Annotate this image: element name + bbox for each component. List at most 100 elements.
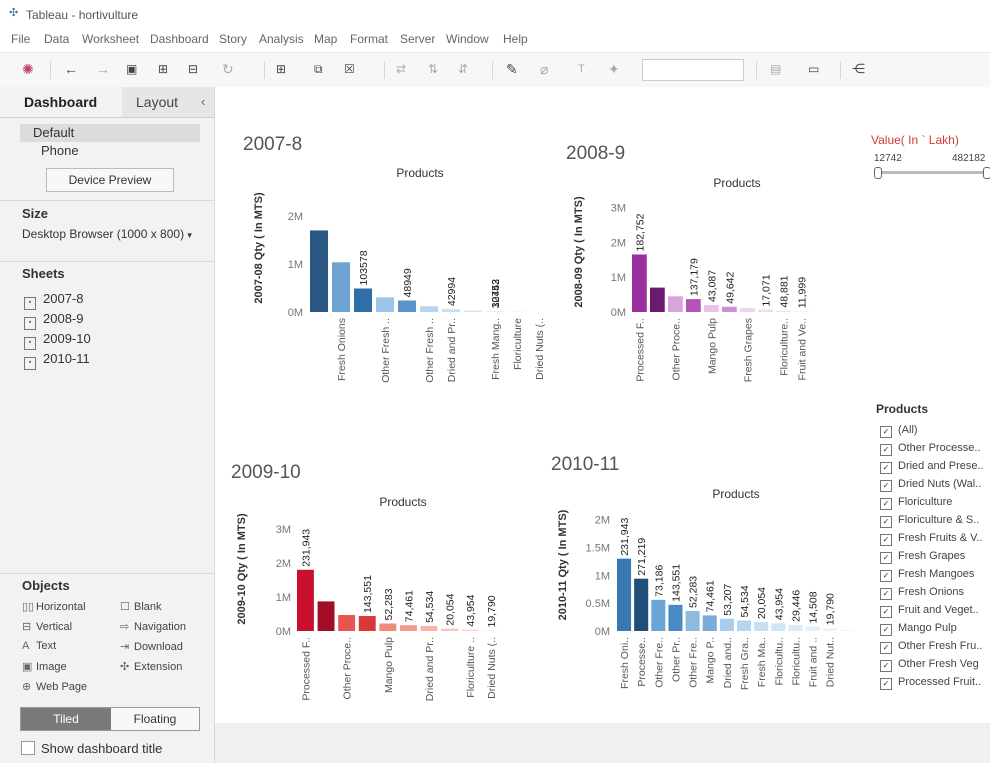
y-tick-label: 2M: [288, 211, 303, 223]
filter-item[interactable]: ✓ Fresh Onions: [880, 586, 964, 600]
bar: [722, 306, 737, 312]
x-tick-label: Floriculture ..: [465, 637, 477, 698]
filter-item[interactable]: ✓ Floriculture & S..: [880, 514, 979, 528]
checkbox-checked-icon[interactable]: ✓: [880, 462, 892, 474]
y-tick-label: 3M: [276, 524, 291, 536]
filter-item[interactable]: ✓ Dried and Prese..: [880, 460, 984, 474]
data-label: 12742: [490, 279, 502, 308]
checkbox-checked-icon[interactable]: ✓: [880, 498, 892, 510]
value-slider-track[interactable]: [876, 171, 990, 174]
bar: [632, 254, 647, 312]
y-tick-label: 3M: [611, 202, 626, 214]
bar: [354, 288, 373, 312]
checkbox-checked-icon[interactable]: ✓: [880, 480, 892, 492]
bar: [634, 578, 649, 631]
data-label: 49,642: [724, 271, 736, 303]
checkbox-checked-icon[interactable]: ✓: [880, 588, 892, 600]
filter-item[interactable]: ✓ Fresh Fruits & V..: [880, 532, 983, 546]
checkbox-checked-icon[interactable]: ✓: [880, 678, 892, 690]
checkbox-checked-icon[interactable]: ✓: [880, 516, 892, 528]
bar: [822, 628, 837, 631]
y-tick-label: 0M: [288, 307, 303, 319]
filter-item[interactable]: ✓ Fruit and Veget..: [880, 604, 979, 618]
value-filter-max: 482182: [952, 153, 986, 164]
data-label: 11,999: [796, 277, 808, 308]
y-tick-label: 0M: [595, 626, 610, 638]
bar: [297, 569, 314, 631]
filter-item[interactable]: ✓ Processed Fruit..: [880, 676, 981, 690]
checkbox-checked-icon[interactable]: ✓: [880, 660, 892, 672]
data-label: 20,054: [445, 593, 457, 625]
bar: [338, 615, 356, 631]
bar: [317, 601, 335, 631]
bar: [379, 623, 397, 631]
y-tick-label: 2M: [276, 558, 291, 570]
data-label: 73,186: [653, 565, 665, 597]
x-tick-label: Other Fre..: [653, 637, 665, 688]
chart-title: 2008-9: [566, 143, 625, 164]
x-tick-label: Dried and Pr..: [424, 637, 436, 701]
x-tick-label: Other Fresh ..: [380, 318, 392, 383]
data-label: 74,461: [403, 590, 415, 622]
x-tick-label: Floriculture: [512, 318, 524, 370]
data-label: 43,954: [773, 588, 785, 620]
bar: [651, 599, 666, 631]
bar: [358, 616, 376, 631]
filter-item[interactable]: ✓ (All): [880, 424, 918, 438]
data-label: 143,551: [670, 564, 682, 602]
bar: [771, 623, 786, 631]
x-tick-label: Floricultu..: [790, 637, 802, 685]
x-tick-label: Fruit and ..: [808, 637, 820, 687]
y-tick-label: 1M: [276, 592, 291, 604]
charts-layer: 2007-8 Products 2007-08 Qty ( In MTS) 2M 1M 0…: [231, 134, 854, 701]
filter-item[interactable]: ✓ Dried Nuts (Wal..: [880, 478, 981, 492]
bar: [794, 311, 809, 312]
y-tick-label: 2M: [595, 515, 610, 527]
data-label: 52,283: [688, 576, 700, 608]
filter-item-label: (All): [898, 424, 918, 436]
filter-item-label: Mango Pulp: [898, 622, 957, 634]
x-tick-label: Processed F..: [300, 637, 312, 701]
bar: [668, 296, 683, 312]
checkbox-checked-icon[interactable]: ✓: [880, 642, 892, 654]
filter-item[interactable]: ✓ Other Fresh Veg: [880, 658, 979, 672]
data-label: 53,207: [722, 583, 734, 615]
data-label: 29,446: [790, 590, 802, 622]
checkbox-checked-icon[interactable]: ✓: [880, 534, 892, 546]
filter-item[interactable]: ✓ Fresh Mangoes: [880, 568, 974, 582]
data-label: 271,219: [636, 538, 648, 576]
x-tick-label: Fresh Onions: [336, 318, 348, 381]
data-label: 54,534: [739, 585, 751, 617]
value-slider-min-handle[interactable]: [874, 167, 882, 179]
filter-item[interactable]: ✓ Mango Pulp: [880, 622, 957, 636]
checkbox-checked-icon[interactable]: ✓: [880, 552, 892, 564]
y-tick-label: 2M: [611, 237, 626, 249]
x-axis-title: Products: [396, 166, 443, 180]
x-tick-label: Other Pr..: [670, 637, 682, 682]
y-axis-title: 2007-08 Qty ( In MTS): [253, 192, 265, 304]
filter-item[interactable]: ✓ Fresh Grapes: [880, 550, 965, 564]
checkbox-checked-icon[interactable]: ✓: [880, 426, 892, 438]
data-label: 17,071: [760, 274, 772, 306]
checkbox-checked-icon[interactable]: ✓: [880, 624, 892, 636]
filter-item[interactable]: ✓ Floriculture: [880, 496, 952, 510]
value-slider-max-handle[interactable]: [983, 167, 990, 179]
y-tick-label: 0M: [276, 626, 291, 638]
bar: [617, 558, 632, 631]
data-label: 19,790: [486, 595, 498, 627]
value-filter-title: Value( In ` Lakh): [871, 133, 959, 147]
y-axis-title: 2008-09 Qty ( In MTS): [573, 196, 585, 308]
data-label: 48949: [402, 268, 414, 297]
checkbox-checked-icon[interactable]: ✓: [880, 444, 892, 456]
filter-item-label: Floriculture & S..: [898, 514, 980, 526]
value-filter-min: 12742: [874, 153, 902, 164]
bar: [805, 626, 820, 631]
filter-item[interactable]: ✓ Other Fresh Fru..: [880, 640, 982, 654]
y-tick-label: 0M: [611, 307, 626, 319]
filter-item[interactable]: ✓ Other Processe..: [880, 442, 981, 456]
filter-item-label: Fresh Fruits & V..: [898, 532, 983, 544]
x-tick-label: Other Fre..: [688, 637, 700, 688]
x-tick-label: Floricultu..: [773, 637, 785, 685]
checkbox-checked-icon[interactable]: ✓: [880, 570, 892, 582]
checkbox-checked-icon[interactable]: ✓: [880, 606, 892, 618]
